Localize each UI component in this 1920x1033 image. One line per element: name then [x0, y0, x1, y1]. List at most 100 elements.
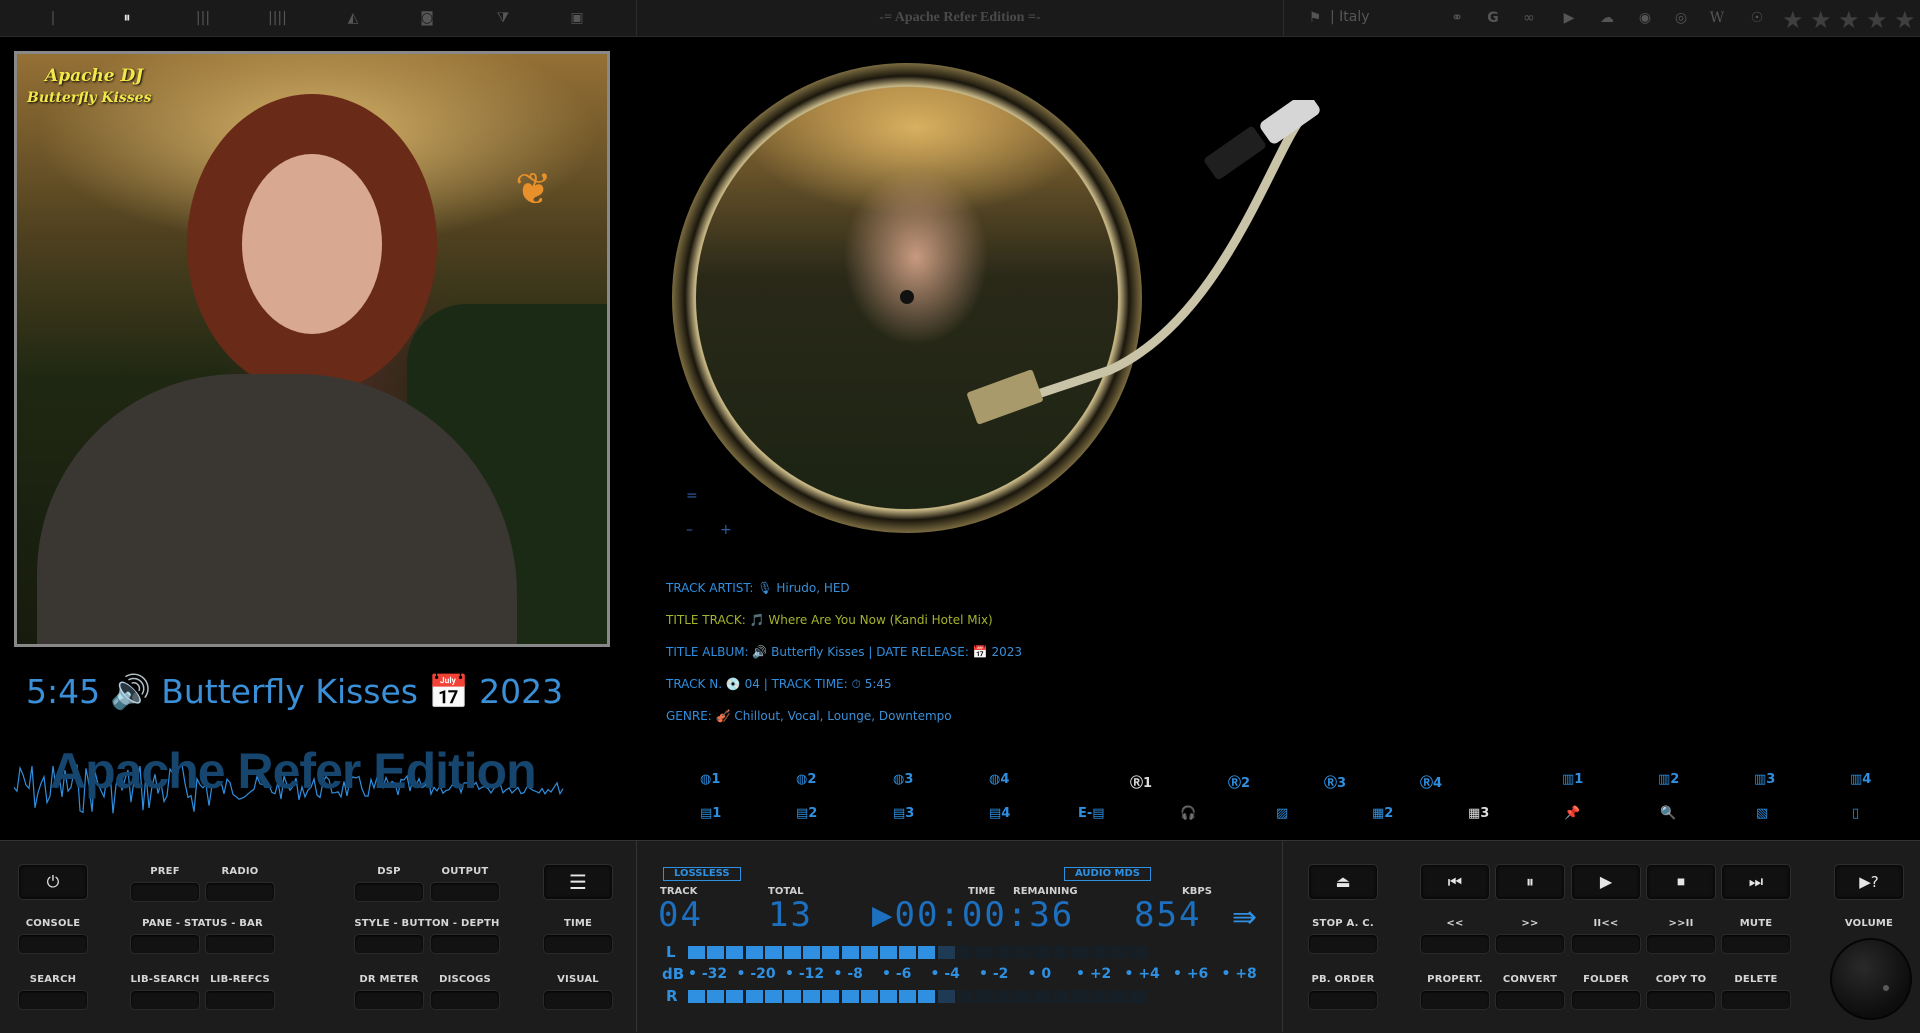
rating-star-icon[interactable]: ★	[1838, 6, 1860, 34]
tab-grid-2[interactable]: ▦2	[1372, 806, 1393, 821]
rating-star-icon[interactable]: ★	[1894, 6, 1916, 34]
spotify-icon[interactable]: ◉	[1636, 9, 1654, 27]
minus-button[interactable]: –	[686, 522, 693, 538]
tab-network-2[interactable]: ◍2	[796, 772, 816, 787]
pause-button[interactable]: ⏸	[1495, 864, 1565, 900]
next-track-button[interactable]	[1646, 934, 1716, 954]
meter-right-segment	[1014, 990, 1032, 1003]
tab-doc-4[interactable]: ▤4	[989, 806, 1010, 821]
properties-button[interactable]	[1420, 990, 1490, 1010]
tab-edoc[interactable]: E-▤	[1078, 806, 1105, 821]
tab-chart-4[interactable]: ▥4	[1850, 772, 1871, 787]
bars4-icon[interactable]: ||||	[268, 9, 287, 27]
tab-doc-3[interactable]: ▤3	[893, 806, 914, 821]
tab-trash-icon[interactable]: ▧	[1756, 806, 1768, 821]
tab-device-icon[interactable]: ▯	[1852, 806, 1859, 821]
previous-track-button[interactable]	[1571, 934, 1641, 954]
lastfm-icon[interactable]: ∞	[1520, 9, 1538, 27]
tonearm[interactable]	[960, 100, 1320, 440]
depth-button[interactable]	[430, 934, 500, 954]
pause-icon[interactable]: ⏸	[118, 9, 136, 27]
convert-button[interactable]	[1495, 990, 1565, 1010]
rewind-button[interactable]	[1420, 934, 1490, 954]
album-art[interactable]: Apache DJ Butterfly Kisses ❦	[14, 51, 610, 647]
tab-grid-3[interactable]: ▦3	[1468, 806, 1489, 821]
folder-button[interactable]	[1571, 990, 1641, 1010]
tab-radio-1[interactable]: Ⓡ1	[1130, 772, 1152, 791]
search-button[interactable]	[18, 990, 88, 1010]
wikipedia-icon[interactable]: W	[1708, 9, 1726, 27]
stop-ac-label: STOP A. C.	[1312, 918, 1374, 929]
tab-chart-2[interactable]: ▥2	[1658, 772, 1679, 787]
stop-ac-button[interactable]	[1308, 934, 1378, 954]
eq-toggle[interactable]: =	[686, 488, 698, 504]
dsp-button[interactable]	[354, 882, 424, 902]
soundcloud-icon[interactable]: ☁	[1598, 9, 1616, 27]
tab-network-4[interactable]: ◍4	[989, 772, 1009, 787]
pipe-icon[interactable]: |	[44, 9, 62, 27]
discogs-button[interactable]	[430, 990, 500, 1010]
tab-doc-2[interactable]: ▤2	[796, 806, 817, 821]
radio-button[interactable]	[205, 882, 275, 902]
panel-divider	[1282, 840, 1283, 1032]
podcast-icon[interactable]: ☉	[1748, 9, 1766, 27]
tab-chart-1[interactable]: ▥1	[1562, 772, 1583, 787]
eject-button[interactable]: ⏏	[1308, 864, 1378, 900]
delete-label: DELETE	[1734, 974, 1778, 985]
tab-search-icon[interactable]: 🔍	[1660, 806, 1676, 821]
plus-button[interactable]: +	[720, 522, 732, 538]
rating-star-icon[interactable]: ★	[1866, 6, 1888, 34]
copy-to-button[interactable]	[1646, 990, 1716, 1010]
fast-forward-button[interactable]	[1495, 934, 1565, 954]
lib-refcs-button[interactable]	[205, 990, 275, 1010]
visual-button[interactable]	[543, 990, 613, 1010]
tab-network-3[interactable]: ◍3	[893, 772, 913, 787]
db-scale-value: • -8	[833, 966, 863, 982]
power-button[interactable]: ⏻	[18, 864, 88, 900]
tab-radio-2[interactable]: Ⓡ2	[1228, 772, 1250, 791]
meter-left-segment	[803, 946, 821, 959]
next-button[interactable]: ⏭	[1721, 864, 1791, 900]
square-icon[interactable]: ▣	[568, 9, 586, 27]
bars3-icon[interactable]: |||	[194, 9, 212, 27]
console-button[interactable]	[18, 934, 88, 954]
mute-button[interactable]	[1721, 934, 1791, 954]
rating-star-icon[interactable]: ★	[1782, 6, 1804, 34]
tab-pin-icon[interactable]: 📌	[1564, 806, 1580, 821]
google-icon[interactable]: G	[1484, 9, 1502, 27]
status-bar-button[interactable]	[205, 934, 275, 954]
tab-network-1[interactable]: ◍1	[700, 772, 720, 787]
menu-button[interactable]: ☰	[543, 864, 613, 900]
stop-button[interactable]: ⏹	[1646, 864, 1716, 900]
tab-doc-1[interactable]: ▤1	[700, 806, 721, 821]
delete-button[interactable]	[1721, 990, 1791, 1010]
time-button[interactable]	[543, 934, 613, 954]
output-button[interactable]	[430, 882, 500, 902]
triangle-up-icon[interactable]: ◭	[344, 9, 362, 27]
circle-dot-icon[interactable]: ◙	[418, 9, 436, 27]
lib-search-button[interactable]	[130, 990, 200, 1010]
help-button[interactable]: ▶?	[1834, 864, 1904, 900]
tab-image-icon[interactable]: ▨	[1276, 806, 1288, 821]
pb-order-button[interactable]	[1308, 990, 1378, 1010]
link-icon[interactable]: ⚭	[1448, 9, 1466, 27]
triangle-down-icon[interactable]: ⧩	[494, 9, 512, 27]
dr-meter-button[interactable]	[354, 990, 424, 1010]
previous-track-label: II<<	[1593, 918, 1619, 929]
discogs-label: DISCOGS	[439, 974, 491, 985]
previous-button[interactable]: ⏮	[1420, 864, 1490, 900]
rating-star-icon[interactable]: ★	[1810, 6, 1832, 34]
style-button[interactable]	[354, 934, 424, 954]
tab-chart-3[interactable]: ▥3	[1754, 772, 1775, 787]
target-icon[interactable]: ◎	[1672, 9, 1690, 27]
volume-knob[interactable]	[1830, 938, 1912, 1020]
repeat-arrow-icon[interactable]: ⇛	[1232, 900, 1257, 935]
country-label: | Italy	[1330, 9, 1370, 25]
tab-headphones-icon[interactable]: 🎧	[1180, 806, 1196, 821]
pref-button[interactable]	[130, 882, 200, 902]
tab-radio-3[interactable]: Ⓡ3	[1324, 772, 1346, 791]
pane-button[interactable]	[130, 934, 200, 954]
youtube-icon[interactable]: ▶	[1560, 9, 1578, 27]
play-button[interactable]: ▶	[1571, 864, 1641, 900]
tab-radio-4[interactable]: Ⓡ4	[1420, 772, 1442, 791]
